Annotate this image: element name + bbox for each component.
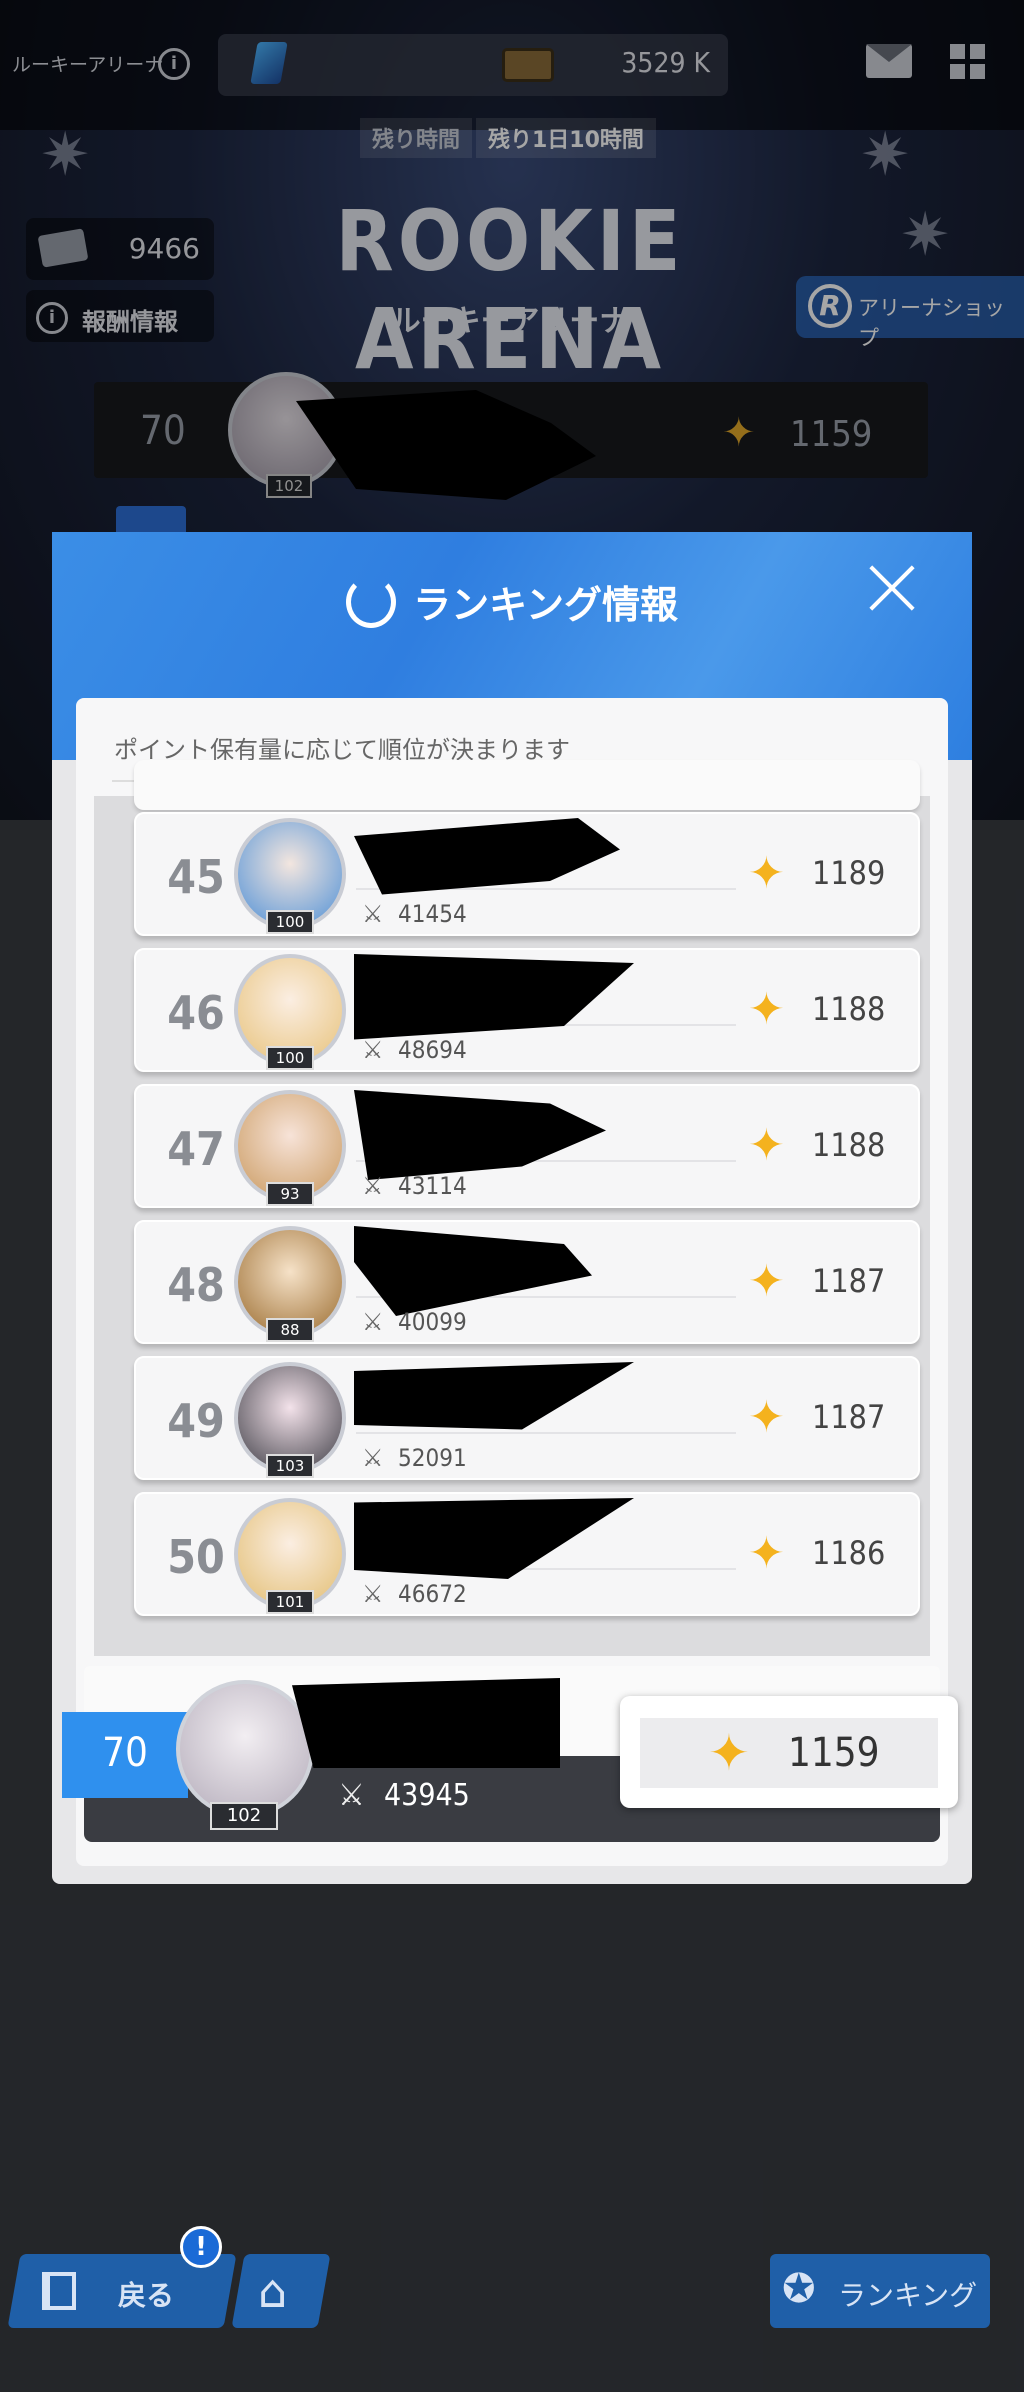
my-points: 1159 [788,1730,880,1776]
crossed-swords-icon: ⚔ [362,1308,384,1336]
home-icon: ⌂ [258,2264,288,2318]
ranking-row[interactable]: 45 100 ⚔ 41454 ✦ 1189 [134,812,920,936]
my-rank: 70 [102,1730,148,1776]
player-level: 101 [266,1590,314,1614]
modal-title-wrap: ランキング情報 [52,574,972,629]
combat-power: 48694 [398,1036,467,1064]
crossed-swords-icon: ⚔ [362,1444,384,1472]
combat-power: 46672 [398,1580,467,1608]
list-item-partial [134,760,920,810]
arena-points: 1188 [812,1126,886,1164]
notification-badge: ! [180,2226,222,2268]
my-combat-power: 43945 [384,1778,470,1813]
rank-number: 45 [167,850,225,904]
rank-number: 50 [167,1530,225,1584]
combat-power: 41454 [398,900,467,928]
star-icon: ✦ [748,848,785,899]
redacted-name [292,1678,560,1768]
redacted-name [354,818,620,895]
ranking-row[interactable]: 46 100 ⚔ 48694 ✦ 1188 [134,948,920,1072]
arena-points: 1188 [812,990,886,1028]
back-label: 戻る [118,2279,175,2312]
rank-number: 49 [167,1394,225,1448]
redacted-name [354,1498,634,1579]
redacted-name [354,1362,634,1430]
laurel-icon [346,575,397,628]
player-level: 93 [266,1182,314,1206]
crossed-swords-icon: ⚔ [362,900,384,928]
star-icon: ✦ [748,1120,785,1171]
ranking-row[interactable]: 50 101 ⚔ 46672 ✦ 1186 [134,1492,920,1616]
my-avatar [176,1680,314,1818]
ranking-row[interactable]: 48 88 ⚔ 40099 ✦ 1187 [134,1220,920,1344]
star-icon: ✦ [708,1724,750,1782]
player-level: 103 [266,1454,314,1478]
redacted-name [354,1090,606,1180]
crossed-swords-icon: ⚔ [362,1036,384,1064]
redacted-name [354,954,634,1040]
modal-title: ランキング情報 [413,583,678,627]
star-icon: ✦ [748,1256,785,1307]
arena-points: 1189 [812,854,886,892]
arena-points: 1187 [812,1262,886,1300]
player-level: 100 [266,910,314,934]
close-icon[interactable] [866,562,918,614]
medal-icon: ✪ [782,2266,816,2312]
star-icon: ✦ [748,1528,785,1579]
combat-power: 40099 [398,1308,467,1336]
my-level: 102 [210,1802,278,1830]
arena-points: 1186 [812,1534,886,1572]
combat-power: 43114 [398,1172,467,1200]
ranking-label: ランキング [838,2279,978,2312]
player-level: 100 [266,1046,314,1070]
arena-points: 1187 [812,1398,886,1436]
ranking-row[interactable]: 49 103 ⚔ 52091 ✦ 1187 [134,1356,920,1480]
rank-number: 47 [167,1122,225,1176]
exit-icon [42,2272,76,2310]
star-icon: ✦ [748,984,785,1035]
crossed-swords-icon: ⚔ [362,1172,384,1200]
star-icon: ✦ [748,1392,785,1443]
player-level: 88 [266,1318,314,1342]
crossed-swords-icon: ⚔ [338,1778,365,1813]
rank-number: 48 [167,1258,225,1312]
rank-number: 46 [167,986,225,1040]
crossed-swords-icon: ⚔ [362,1580,384,1608]
ranking-row[interactable]: 47 93 ⚔ 43114 ✦ 1188 [134,1084,920,1208]
combat-power: 52091 [398,1444,467,1472]
divider [356,1432,736,1434]
redacted-name [354,1226,592,1316]
